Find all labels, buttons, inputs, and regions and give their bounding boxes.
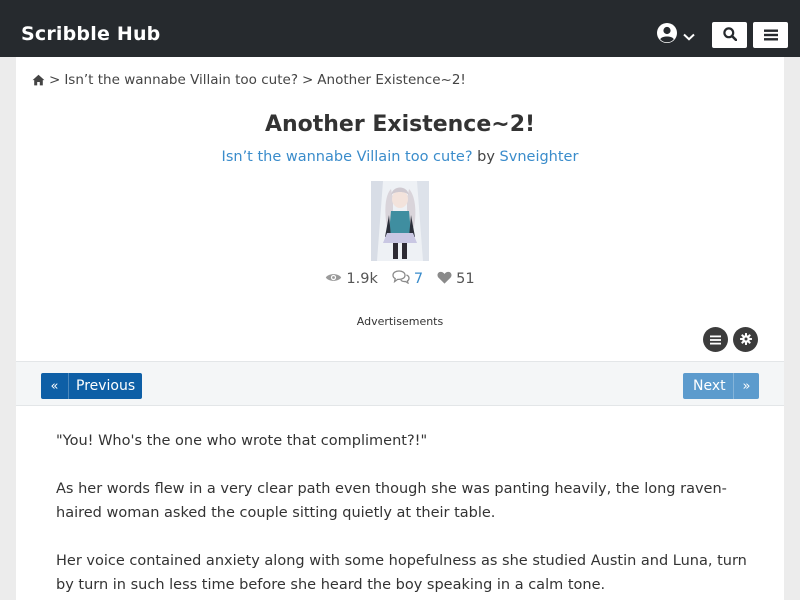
home-icon[interactable] xyxy=(32,74,45,86)
main-menu-button[interactable] xyxy=(753,22,788,48)
top-navbar: Scribble Hub xyxy=(0,0,800,57)
chapter-paragraph: "You! Who's the one who wrote that compl… xyxy=(56,433,428,449)
chapter-byline: Isn’t the wannabe Villain too cute? by S… xyxy=(16,149,784,165)
reader-settings-button[interactable] xyxy=(733,327,758,352)
views-count: 1.9k xyxy=(346,271,378,287)
series-cover-image[interactable] xyxy=(371,181,429,261)
chevron-down-icon xyxy=(683,26,695,45)
breadcrumb-separator: > xyxy=(301,72,314,88)
views-stat: 1.9k xyxy=(325,270,378,288)
hamburger-menu-icon xyxy=(763,26,778,45)
next-label: Next xyxy=(693,378,726,394)
chapter-paragraph: Her voice contained anxiety along with s… xyxy=(56,553,747,593)
chapter-nav-bar: « Previous Next » xyxy=(16,361,784,406)
breadcrumb: > Isn’t the wannabe Villain too cute? > … xyxy=(32,71,466,89)
likes-stat: 51 xyxy=(437,270,475,288)
user-circle-icon xyxy=(656,22,678,48)
previous-chapter-button[interactable]: « Previous xyxy=(41,373,142,399)
table-of-contents-button[interactable] xyxy=(703,327,728,352)
list-icon xyxy=(710,330,721,349)
likes-count: 51 xyxy=(456,271,475,287)
comments-count[interactable]: 7 xyxy=(414,271,423,287)
site-logo[interactable]: Scribble Hub xyxy=(21,21,160,47)
gear-icon xyxy=(739,330,752,349)
chapter-title: Another Existence~2! xyxy=(264,112,536,137)
previous-label: Previous xyxy=(76,378,136,394)
advertisements-label: Advertisements xyxy=(356,315,444,328)
previous-arrow: « xyxy=(41,373,69,399)
search-button[interactable] xyxy=(712,22,747,48)
series-title-link[interactable]: Isn’t the wannabe Villain too cute? xyxy=(222,149,473,165)
chapter-stats: 1.9k 7 51 xyxy=(16,270,784,288)
breadcrumb-series-link[interactable]: Isn’t the wannabe Villain too cute? xyxy=(64,72,298,88)
next-arrow: » xyxy=(733,373,759,399)
author-link[interactable]: Svneighter xyxy=(500,149,579,165)
user-menu[interactable] xyxy=(656,23,700,47)
search-icon xyxy=(722,26,737,45)
chapter-paragraph: As her words flew in a very clear path e… xyxy=(56,481,727,521)
comments-stat[interactable]: 7 xyxy=(392,270,423,288)
chapter-panel: > Isn’t the wannabe Villain too cute? > … xyxy=(16,57,784,600)
next-chapter-button[interactable]: Next » xyxy=(683,373,759,399)
breadcrumb-current-chapter: Another Existence~2! xyxy=(317,72,466,88)
heart-icon xyxy=(437,271,452,288)
breadcrumb-separator: > xyxy=(49,72,61,88)
eye-icon xyxy=(325,271,342,287)
chapter-content: "You! Who's the one who wrote that compl… xyxy=(56,429,756,600)
comments-icon xyxy=(392,270,410,288)
byline-by: by xyxy=(477,149,495,165)
